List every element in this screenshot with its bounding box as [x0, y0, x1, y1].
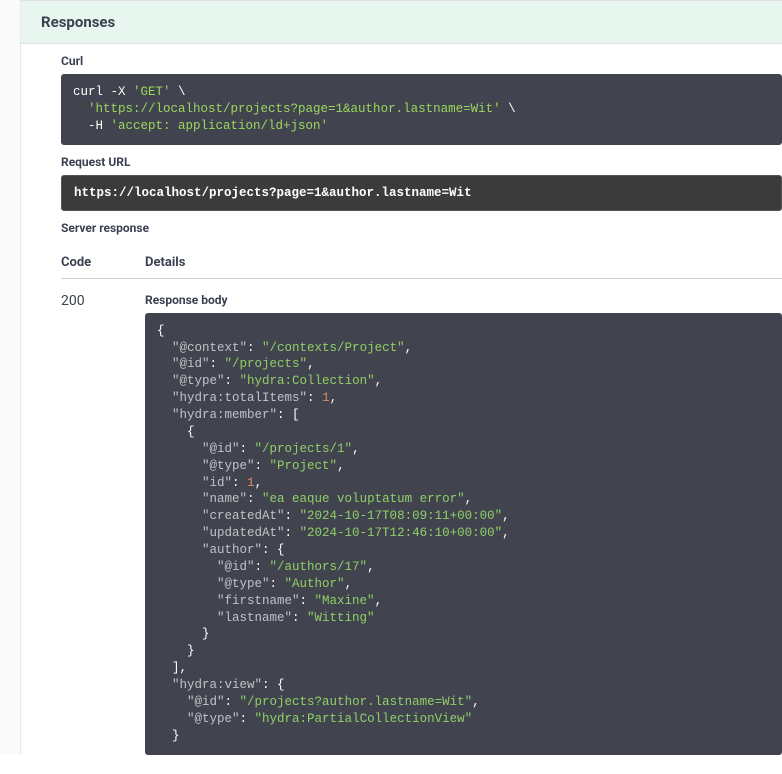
json-key: "@type" — [187, 712, 240, 726]
json-key: "@type" — [172, 374, 225, 388]
json-key: "hydra:totalItems" — [172, 391, 307, 405]
curl-h-flag: -H — [73, 119, 111, 133]
json-key: "@id" — [172, 357, 210, 371]
json-comma: , — [330, 391, 338, 405]
json-string: "hydra:Collection" — [240, 374, 375, 388]
json-key: "@id" — [217, 560, 255, 574]
json-colon: : — [240, 442, 255, 456]
details-column-header: Details — [145, 255, 782, 270]
json-comma: , — [472, 695, 480, 709]
json-comma: , — [337, 459, 345, 473]
json-brace: } — [157, 627, 210, 641]
curl-accept: 'accept: application/ld+json' — [111, 119, 329, 133]
curl-text: curl -X — [73, 85, 133, 99]
json-key: "author" — [202, 543, 262, 557]
json-bracket: : [ — [277, 408, 300, 422]
json-string: "Maxine" — [315, 594, 375, 608]
json-comma: , — [375, 374, 383, 388]
curl-method: 'GET' — [133, 85, 171, 99]
json-key: "firstname" — [217, 594, 300, 608]
json-comma: , — [345, 577, 353, 591]
json-colon: : — [307, 391, 322, 405]
json-comma: , — [502, 509, 510, 523]
response-body-label: Response body — [145, 293, 782, 307]
json-colon: : — [285, 526, 300, 540]
json-number: 1 — [322, 391, 330, 405]
json-comma: , — [367, 560, 375, 574]
json-key: "@id" — [202, 442, 240, 456]
json-comma: , — [255, 476, 263, 490]
json-string: "Author" — [285, 577, 345, 591]
json-string: "/projects?author.lastname=Wit" — [240, 695, 473, 709]
json-string: "/authors/17" — [270, 560, 368, 574]
code-column-header: Code — [61, 255, 145, 270]
response-body-block[interactable]: { "@context": "/contexts/Project", "@id"… — [145, 313, 782, 755]
json-number: 1 — [247, 476, 255, 490]
json-key: "createdAt" — [202, 509, 285, 523]
server-response-label: Server response — [61, 211, 782, 241]
json-key: "id" — [202, 476, 232, 490]
json-key: "lastname" — [217, 611, 292, 625]
json-colon: : — [210, 357, 225, 371]
json-colon: : — [292, 611, 307, 625]
responses-header: Responses — [21, 0, 782, 44]
json-comma: , — [502, 526, 510, 540]
json-colon: : — [232, 476, 247, 490]
json-string: "/projects" — [225, 357, 308, 371]
responses-title: Responses — [41, 13, 762, 31]
json-key: "hydra:view" — [172, 678, 262, 692]
json-string: "Witting" — [307, 611, 375, 625]
curl-cont1: \ — [171, 85, 186, 99]
json-colon: : — [247, 492, 262, 506]
json-colon: : — [270, 577, 285, 591]
json-bracket: ], — [157, 661, 187, 675]
json-brace: } — [157, 644, 195, 658]
request-url-label: Request URL — [61, 145, 782, 175]
json-brace: : { — [262, 543, 285, 557]
request-url-value[interactable]: https://localhost/projects?page=1&author… — [61, 175, 782, 211]
status-code: 200 — [61, 293, 145, 755]
json-key: "@type" — [202, 459, 255, 473]
json-key: "@type" — [217, 577, 270, 591]
json-string: "/projects/1" — [255, 442, 353, 456]
response-row: 200 Response body { "@context": "/contex… — [61, 279, 782, 755]
curl-cont2: \ — [501, 102, 516, 116]
json-comma: , — [375, 594, 383, 608]
json-colon: : — [247, 341, 262, 355]
json-key: "name" — [202, 492, 247, 506]
json-key: "@context" — [172, 341, 247, 355]
json-brace: } — [157, 729, 180, 743]
json-colon: : — [240, 712, 255, 726]
curl-url: 'https://localhost/projects?page=1&autho… — [88, 102, 501, 116]
json-string: "/contexts/Project" — [262, 341, 405, 355]
json-string: "2024-10-17T12:46:10+00:00" — [300, 526, 503, 540]
json-line: { — [157, 324, 165, 338]
json-colon: : — [225, 695, 240, 709]
json-brace: : { — [262, 678, 285, 692]
json-colon: : — [225, 374, 240, 388]
json-comma: , — [405, 341, 413, 355]
json-string: "hydra:PartialCollectionView" — [255, 712, 473, 726]
curl-code-block[interactable]: curl -X 'GET' \ 'https://localhost/proje… — [61, 74, 782, 145]
json-colon: : — [255, 560, 270, 574]
json-comma: , — [352, 442, 360, 456]
json-colon: : — [285, 509, 300, 523]
json-key: "updatedAt" — [202, 526, 285, 540]
json-key: "hydra:member" — [172, 408, 277, 422]
json-brace: { — [157, 425, 195, 439]
json-comma: , — [465, 492, 473, 506]
response-table-header: Code Details — [61, 247, 782, 279]
curl-label: Curl — [61, 44, 782, 74]
json-string: "2024-10-17T08:09:11+00:00" — [300, 509, 503, 523]
json-string: "ea eaque voluptatum error" — [262, 492, 465, 506]
json-colon: : — [300, 594, 315, 608]
json-key: "@id" — [187, 695, 225, 709]
json-comma: , — [307, 357, 315, 371]
json-colon: : — [255, 459, 270, 473]
json-string: "Project" — [270, 459, 338, 473]
curl-indent2 — [73, 102, 88, 116]
